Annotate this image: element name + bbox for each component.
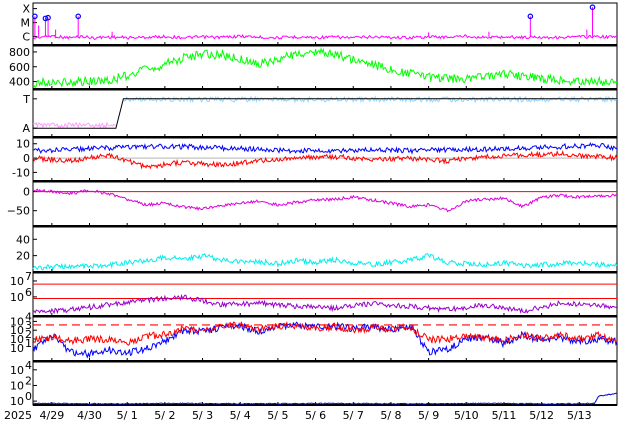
x-date-label: 5/ 1 [117,409,138,422]
panel-neutron: 10 410 210 0 [10,359,618,408]
y-tick-label: 800 [9,46,30,59]
x-date-label: 5/ 5 [267,409,288,422]
panel-frame [32,45,618,90]
xray-flux-trace [32,33,618,40]
x-date-label: 5/13 [567,409,592,422]
y-tick-label: C [22,31,30,44]
y-tick-label: 10 [10,379,24,392]
series-line-electron-0 [32,293,618,315]
y-tick-label: 10 [10,291,24,304]
y-tick-label: 0 [23,186,30,199]
series-line-neutron-0 [32,392,618,405]
y-tick-label: T [22,93,30,106]
x-date-label: 4/30 [77,409,102,422]
y-tick-label: 10 [10,395,24,408]
panels-layer: XMC800600400TA100-100−50402010 710 610 410 3… [7,2,618,408]
x-date-label: 5/ 2 [154,409,175,422]
y-tick-label: 0 [23,152,30,165]
panel-bfield: 100-10 [12,137,618,182]
series-line-sector-2 [33,98,617,129]
y-tick-label: 10 [16,138,30,151]
x-date-label: 5/11 [492,409,517,422]
y-tick-exponent: 4 [25,359,32,372]
y-tick-label: 600 [9,61,30,74]
panel-frame [32,361,618,406]
panel-electron: 10 710 6 [10,270,618,317]
panel-frame [32,272,618,317]
x-date-label: 5/ 6 [305,409,326,422]
series-line-pressure-0 [32,252,618,271]
panel-speed: 800 600 400 [9,45,618,90]
series-line-bfield-1 [32,150,618,170]
x-date-label: 5/ 9 [418,409,439,422]
x-axis: 2025 4/29 4/30 5/ 1 5/ 2 5/ 3 5/ 4 5/ 5 5/ 6 5/ … [4,409,592,422]
space-weather-stack-chart: XMC800600400TA100-100−50402010 710 610 410 3… [4,2,618,422]
panel-xray-class: XMC [21,2,618,46]
panel-sector: TA [22,89,618,138]
y-tick-label: 40 [16,233,30,246]
y-tick-label: M [21,17,31,30]
x-date-label: 4/29 [39,409,64,422]
y-tick-exponent: 6 [25,286,32,299]
y-tick-exponent: 7 [25,270,32,283]
x-date-label: 5/ 3 [192,409,213,422]
x-date-label: 5/ 8 [380,409,401,422]
series-line-sector-0 [32,121,116,130]
x-date-label: 5/12 [529,409,554,422]
y-tick-label: −50 [7,205,30,218]
y-tick-exponent: 1 [25,337,32,350]
x-date-label: 5/ 4 [230,409,251,422]
series-line-bfield-0 [33,141,618,155]
panel-pressure: 4020 [16,226,618,273]
y-tick-exponent: 0 [25,390,32,403]
panel-proton: 10 410 310 210 1 [10,310,618,362]
y-tick-label: X [22,3,30,16]
panel-frame [32,89,618,138]
y-tick-label: -10 [12,166,30,179]
series-line-dst-0 [32,188,618,213]
series-line-sector-1 [123,95,618,104]
panel-frame [32,2,618,46]
y-tick-exponent: 2 [25,374,32,387]
y-tick-label: 400 [9,76,30,89]
y-tick-label: 10 [10,342,24,355]
y-tick-label: A [22,122,30,135]
y-tick-label: 20 [16,250,30,263]
y-tick-label: 10 [10,364,24,377]
series-line-proton-1 [32,320,618,346]
x-date-label: 5/10 [454,409,479,422]
y-tick-label: 10 [10,275,24,288]
series-line-speed-0 [32,46,618,89]
x-year-label: 2025 [4,409,32,422]
x-date-label: 5/ 7 [343,409,364,422]
panel-dst: 0−50 [7,181,618,227]
